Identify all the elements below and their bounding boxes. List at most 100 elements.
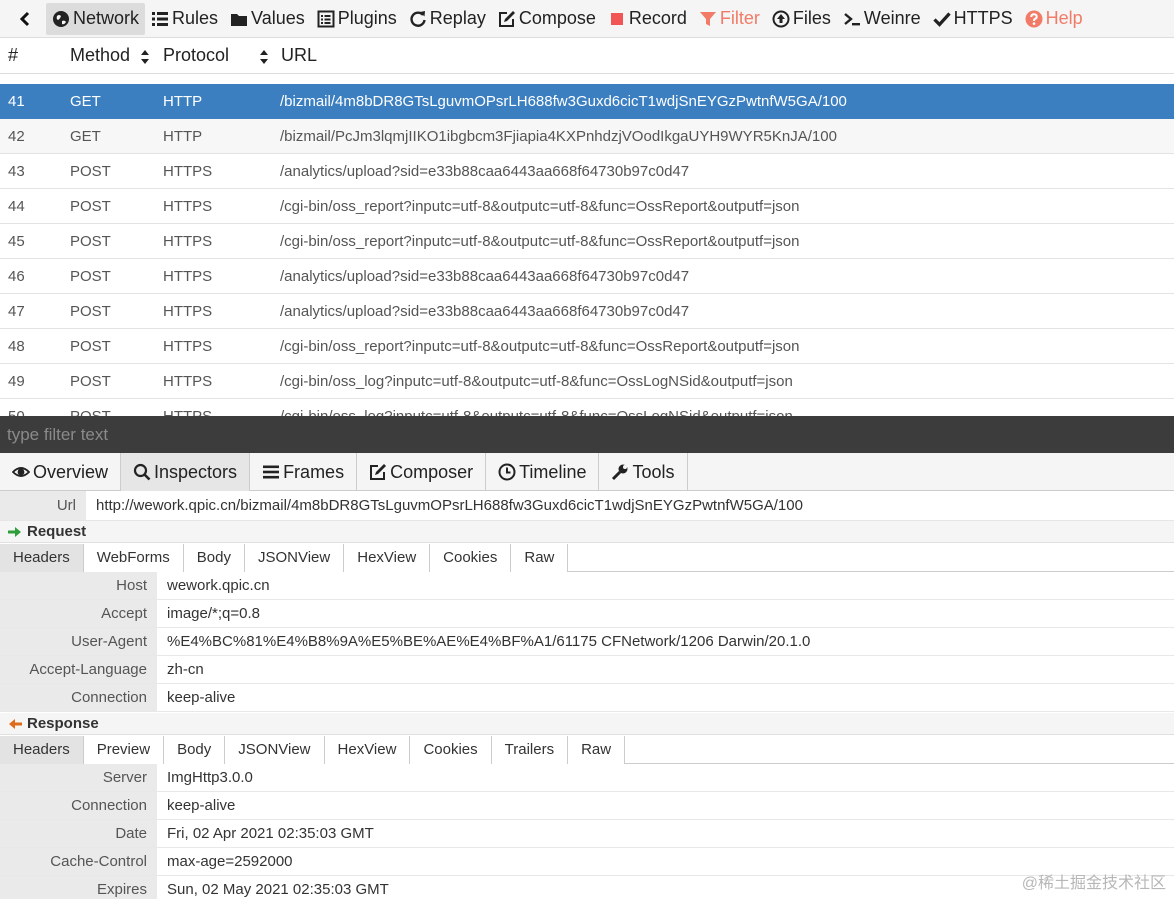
toolbar-help[interactable]: Help [1019, 3, 1089, 35]
row-method: POST [70, 373, 111, 390]
request-tab-raw[interactable]: Raw [511, 544, 569, 572]
toolbar-files[interactable]: Files [766, 3, 837, 35]
stop-icon [610, 12, 623, 25]
session-row[interactable]: 46 POST HTTPS /analytics/upload?sid=e33b… [0, 259, 1174, 294]
row-protocol: HTTPS [163, 268, 213, 285]
row-method: POST [70, 268, 111, 285]
column-header-protocol[interactable]: Protocol [163, 45, 229, 66]
session-row[interactable]: 49 POST HTTPS /cgi-bin/oss_log?inputc=ut… [0, 364, 1174, 399]
row-num: 43 [8, 163, 25, 180]
session-row[interactable]: 48 POST HTTPS /cgi-bin/oss_report?inputc… [0, 329, 1174, 364]
header-row: Accept-Language zh-cn [0, 656, 1174, 684]
request-tab-hexview[interactable]: HexView [344, 544, 431, 572]
toolbar-network-label: Network [73, 8, 140, 28]
sort-icon[interactable] [259, 49, 269, 65]
funnel-icon [699, 11, 716, 26]
row-num: 50 [8, 408, 25, 416]
toolbar-filter[interactable]: Filter [693, 3, 766, 35]
row-protocol: HTTPS [163, 198, 213, 215]
url-row: Url http://wework.qpic.cn/bizmail/4m8bDR… [0, 491, 1174, 521]
list-icon [152, 11, 169, 26]
toolbar-weinre[interactable]: Weinre [837, 3, 927, 35]
toolbar-files-label: Files [792, 8, 831, 28]
toolbar-replay[interactable]: Replay [403, 3, 492, 35]
clock-icon [498, 463, 516, 481]
row-url: /cgi-bin/oss_report?inputc=utf-8&outputc… [280, 233, 800, 250]
session-list-header: # Method Protocol URL [0, 38, 1174, 74]
tab-composer-label: Composer [390, 461, 474, 482]
tab-tools[interactable]: Tools [599, 453, 688, 491]
header-value: Fri, 02 Apr 2021 02:35:03 GMT [167, 825, 374, 842]
session-row[interactable]: 50 POST HTTPS /cgi-bin/oss_log?inputc=ut… [0, 399, 1174, 416]
row-method: POST [70, 233, 111, 250]
folder-icon [231, 13, 248, 26]
header-key: Accept-Language [0, 656, 157, 683]
tab-composer[interactable]: Composer [357, 453, 487, 491]
session-list[interactable]: 41 GET HTTP /bizmail/4m8bDR8GTsLguvmOPsr… [0, 84, 1174, 416]
session-row[interactable]: 42 GET HTTP /bizmail/PcJm3lqmjIIKO1ibgbc… [0, 119, 1174, 154]
watermark: @稀土掘金技术社区 [1021, 875, 1166, 892]
row-num: 46 [8, 268, 25, 285]
header-value: keep-alive [167, 689, 236, 706]
request-tab-body[interactable]: Body [183, 544, 245, 572]
tab-overview[interactable]: Overview [0, 453, 122, 491]
toolbar-values[interactable]: Values [224, 3, 311, 35]
header-value: ImgHttp3.0.0 [167, 769, 253, 786]
edit-icon [370, 464, 387, 480]
toolbar-weinre-label: Weinre [863, 8, 921, 28]
main-toolbar: Network Rules Values Plugins Replay Comp… [0, 0, 1174, 38]
response-tab-hexview[interactable]: HexView [324, 736, 411, 764]
tab-inspectors[interactable]: Inspectors [121, 453, 251, 491]
response-section-title: Response [0, 713, 1174, 735]
header-row: Accept image/*;q=0.8 [0, 600, 1174, 628]
row-num: 47 [8, 303, 25, 320]
header-key: User-Agent [0, 628, 157, 655]
back-button[interactable] [4, 3, 46, 35]
request-section-title: Request [0, 521, 1174, 543]
request-tab-jsonview[interactable]: JSONView [244, 544, 345, 572]
edit-icon [498, 10, 515, 27]
response-tab-preview[interactable]: Preview [83, 736, 165, 764]
header-value: wework.qpic.cn [167, 577, 270, 594]
row-url: /analytics/upload?sid=e33b88caa6443aa668… [280, 303, 690, 320]
response-tab-trailers[interactable]: Trailers [491, 736, 569, 764]
toolbar-rules[interactable]: Rules [145, 3, 224, 35]
toolbar-replay-label: Replay [429, 8, 486, 28]
session-row[interactable]: 45 POST HTTPS /cgi-bin/oss_report?inputc… [0, 224, 1174, 259]
request-tab-headers[interactable]: Headers [0, 544, 84, 572]
toolbar-plugins[interactable]: Plugins [311, 3, 403, 35]
toolbar-compose[interactable]: Compose [492, 3, 602, 35]
filter-input[interactable] [0, 416, 1174, 453]
response-tab-jsonview[interactable]: JSONView [225, 736, 325, 764]
session-row[interactable]: 43 POST HTTPS /analytics/upload?sid=e33b… [0, 154, 1174, 189]
list-box-icon [317, 10, 335, 27]
toolbar-https[interactable]: HTTPS [927, 3, 1019, 35]
session-row[interactable]: 44 POST HTTPS /cgi-bin/oss_report?inputc… [0, 189, 1174, 224]
column-header-method[interactable]: Method [70, 45, 130, 66]
row-method: POST [70, 163, 111, 180]
column-header-url[interactable]: URL [281, 45, 317, 66]
tab-frames[interactable]: Frames [250, 453, 358, 491]
response-tab-headers[interactable]: Headers [0, 736, 84, 764]
url-value[interactable]: http://wework.qpic.cn/bizmail/4m8bDR8GTs… [96, 497, 803, 514]
response-tab-cookies[interactable]: Cookies [410, 736, 492, 764]
toolbar-network[interactable]: Network [46, 2, 146, 35]
toolbar-record[interactable]: Record [602, 3, 693, 35]
tab-timeline[interactable]: Timeline [486, 453, 600, 491]
sort-icon[interactable] [140, 49, 150, 65]
row-method: GET [70, 93, 101, 110]
terminal-icon [844, 12, 860, 25]
request-tab-webforms[interactable]: WebForms [83, 544, 184, 572]
tab-frames-label: Frames [283, 461, 345, 482]
row-url: /analytics/upload?sid=e33b88caa6443aa668… [280, 268, 690, 285]
session-row[interactable]: 47 POST HTTPS /analytics/upload?sid=e33b… [0, 294, 1174, 329]
column-header-num[interactable]: # [8, 45, 18, 66]
row-url: /bizmail/PcJm3lqmjIIKO1ibgbcm3Fjiapia4KX… [280, 128, 837, 145]
response-tab-raw[interactable]: Raw [568, 736, 626, 764]
session-row[interactable]: 41 GET HTTP /bizmail/4m8bDR8GTsLguvmOPsr… [0, 84, 1174, 119]
request-headers-table: Host wework.qpic.cn Accept image/*;q=0.8… [0, 572, 1174, 712]
response-tab-body[interactable]: Body [164, 736, 226, 764]
chevron-left-icon [19, 11, 30, 26]
row-protocol: HTTPS [163, 373, 213, 390]
request-tab-cookies[interactable]: Cookies [430, 544, 512, 572]
